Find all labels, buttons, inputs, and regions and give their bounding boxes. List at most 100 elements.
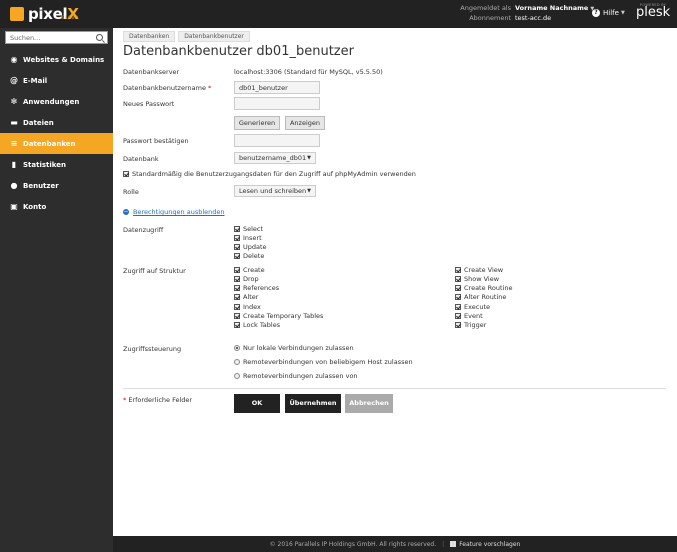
suggest-feature-link[interactable]: Feature vorschlagen <box>459 541 520 548</box>
sidebar: Suchen... ◉ Websites & Domains @ E-Mail … <box>0 28 113 552</box>
sidebar-item-files[interactable]: ▬ Dateien <box>0 112 113 133</box>
perm-insert[interactable]: Insert <box>234 234 262 242</box>
perm-delete[interactable]: Delete <box>234 252 264 260</box>
checkbox[interactable] <box>234 253 240 259</box>
checkbox[interactable] <box>455 285 461 291</box>
copyright: © 2016 Parallels IP Holdings GmbH. All r… <box>269 540 437 548</box>
checkbox[interactable] <box>234 304 240 310</box>
user-menu[interactable]: Vorname Nachname <box>515 4 588 12</box>
plesk-name: plesk <box>636 5 671 20</box>
perm-lock-tables[interactable]: Lock Tables <box>234 321 280 329</box>
role-select[interactable]: Lesen und schreiben ▼ <box>234 185 316 197</box>
folder-icon: ▬ <box>10 117 18 127</box>
page-title: Datenbankbenutzer db01_benutzer <box>123 44 354 59</box>
checkbox[interactable] <box>455 313 461 319</box>
perm-create-temp-tables[interactable]: Create Temporary Tables <box>234 312 323 320</box>
confirm-password-label: Passwort bestätigen <box>123 137 189 145</box>
radio[interactable] <box>234 359 240 365</box>
confirm-password-field[interactable] <box>234 134 320 147</box>
breadcrumb-item-databases[interactable]: Datenbanken <box>123 31 176 42</box>
checkbox[interactable] <box>455 267 461 273</box>
subscription-value[interactable]: test-acc.de <box>515 14 551 22</box>
perm-create-routine[interactable]: Create Routine <box>455 284 512 292</box>
perm-trigger[interactable]: Trigger <box>455 321 486 329</box>
checkbox[interactable] <box>234 267 240 273</box>
checkbox[interactable] <box>234 322 240 328</box>
sidebar-item-statistics[interactable]: ▮ Statistiken <box>0 154 113 175</box>
perm-label: Update <box>243 243 267 251</box>
required-note-text: Erforderliche Felder <box>128 396 193 404</box>
perm-label: Index <box>243 303 261 311</box>
perm-alter-routine[interactable]: Alter Routine <box>455 293 506 301</box>
top-bar: pixelX CLOUD Angemeldet als Vorname Nachn… <box>0 0 677 28</box>
checkbox[interactable] <box>455 294 461 300</box>
search-icon[interactable] <box>96 34 103 41</box>
generate-button[interactable]: Generieren <box>234 116 280 130</box>
checkbox[interactable] <box>234 313 240 319</box>
sidebar-item-databases[interactable]: ≡ Datenbanken <box>0 133 113 154</box>
default-credentials-checkbox[interactable] <box>123 171 129 177</box>
checkbox[interactable] <box>234 285 240 291</box>
sidebar-item-websites[interactable]: ◉ Websites & Domains <box>0 49 113 70</box>
sidebar-item-label: Statistiken <box>23 160 66 169</box>
sidebar-item-users[interactable]: ● Benutzer <box>0 175 113 196</box>
default-credentials-option[interactable]: Standardmäßig die Benutzerzugangsdaten f… <box>123 170 416 178</box>
checkbox[interactable] <box>455 322 461 328</box>
perm-execute[interactable]: Execute <box>455 303 490 311</box>
show-password-button[interactable]: Anzeigen <box>285 116 325 130</box>
ok-button[interactable]: OK <box>234 394 280 413</box>
database-select-value: benutzername_db01 <box>239 154 307 162</box>
search-input[interactable]: Suchen... <box>5 31 108 44</box>
checkbox[interactable] <box>234 294 240 300</box>
sidebar-item-email[interactable]: @ E-Mail <box>0 70 113 91</box>
logo-x: X <box>67 5 79 23</box>
database-label: Datenbank <box>123 155 159 163</box>
logo[interactable]: pixelX <box>10 4 79 24</box>
perm-show-view[interactable]: Show View <box>455 275 499 283</box>
access-from-host-option[interactable]: Remoteverbindungen zulassen von <box>234 372 358 380</box>
password-field[interactable] <box>234 97 320 110</box>
logo-main: pixel <box>28 5 68 23</box>
sidebar-item-label: Datenbanken <box>23 139 76 148</box>
perm-select[interactable]: Select <box>234 225 263 233</box>
perm-label: Alter <box>243 293 259 301</box>
apply-button[interactable]: Übernehmen <box>285 394 341 413</box>
perm-create[interactable]: Create <box>234 266 265 274</box>
radio[interactable] <box>234 345 240 351</box>
username-field[interactable]: db01_benutzer <box>234 81 320 94</box>
sidebar-item-apps[interactable]: ✻ Anwendungen <box>0 91 113 112</box>
logo-badge-icon <box>10 7 24 21</box>
user-icon: ● <box>10 180 18 190</box>
account-icon: ▣ <box>10 201 18 211</box>
checkbox[interactable] <box>234 244 240 250</box>
perm-label: Create <box>243 266 265 274</box>
sidebar-item-account[interactable]: ▣ Konto <box>0 196 113 217</box>
cancel-button[interactable]: Abbrechen <box>345 394 393 413</box>
radio[interactable] <box>234 373 240 379</box>
toggle-permissions-link[interactable]: − Berechtigungen ausblenden <box>123 208 225 216</box>
perm-label: Event <box>464 312 483 320</box>
role-select-value: Lesen und schreiben <box>239 187 307 195</box>
role-label: Rolle <box>123 188 139 196</box>
perm-references[interactable]: References <box>234 284 279 292</box>
database-icon: ≡ <box>10 138 18 148</box>
access-local-option[interactable]: Nur lokale Verbindungen zulassen <box>234 344 354 352</box>
checkbox[interactable] <box>455 304 461 310</box>
perm-label: Create Temporary Tables <box>243 312 324 320</box>
help-menu[interactable]: ? Hilfe ▼ <box>592 9 625 17</box>
footer: © 2016 Parallels IP Holdings GmbH. All r… <box>113 536 677 552</box>
checkbox[interactable] <box>234 276 240 282</box>
perm-alter[interactable]: Alter <box>234 293 258 301</box>
chevron-down-icon: ▼ <box>620 10 625 16</box>
perm-drop[interactable]: Drop <box>234 275 259 283</box>
breadcrumb-item-db-users[interactable]: Datenbankbenutzer <box>178 31 250 42</box>
perm-index[interactable]: Index <box>234 303 261 311</box>
checkbox[interactable] <box>455 276 461 282</box>
checkbox[interactable] <box>234 226 240 232</box>
access-any-host-option[interactable]: Remoteverbindungen von beliebigem Host z… <box>234 358 413 366</box>
perm-event[interactable]: Event <box>455 312 483 320</box>
perm-create-view[interactable]: Create View <box>455 266 503 274</box>
checkbox[interactable] <box>234 235 240 241</box>
database-select[interactable]: benutzername_db01 ▼ <box>234 152 316 164</box>
perm-update[interactable]: Update <box>234 243 267 251</box>
